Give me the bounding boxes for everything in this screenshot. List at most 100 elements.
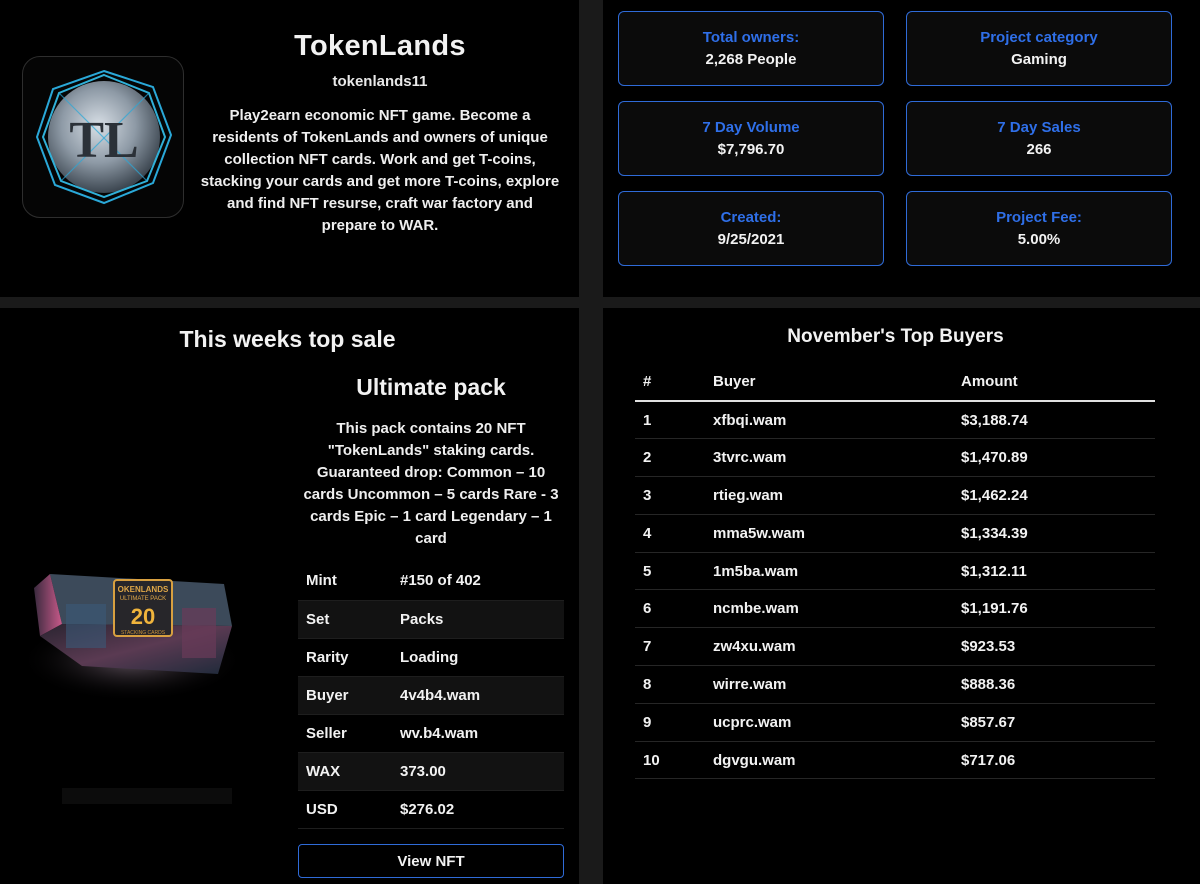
pack-description: This pack contains 20 NFT "TokenLands" s… <box>303 420 559 547</box>
table-row: 1 xfbqi.wam $3,188.74 <box>635 401 1155 440</box>
project-handle[interactable]: tokenlands11 <box>200 73 560 90</box>
amount-cell: $857.67 <box>953 703 1155 742</box>
rank-cell: 2 <box>635 438 705 478</box>
sale-row-set: Set Packs <box>298 600 564 639</box>
view-nft-button[interactable]: View NFT <box>298 844 564 878</box>
sale-key: Mint <box>298 562 392 601</box>
stats-panel: Total owners: 2,268 People Project categ… <box>603 0 1200 297</box>
sale-value[interactable]: 4v4b4.wam <box>392 676 564 715</box>
sale-key: Seller <box>298 714 392 753</box>
sale-value: 373.00 <box>392 752 564 791</box>
rank-cell: 10 <box>635 741 705 780</box>
table-row: 10 dgvgu.wam $717.06 <box>635 741 1155 780</box>
buyer-cell[interactable]: ucprc.wam <box>705 703 953 742</box>
pack-footer: STACKING CARDS <box>121 630 166 636</box>
project-panel: TL TokenLands tokenlands11 Play2earn eco… <box>0 0 579 297</box>
sale-value: #150 of 402 <box>392 562 564 601</box>
stat-value: Gaming <box>1011 51 1067 68</box>
sale-key: WAX <box>298 752 392 791</box>
sale-key: Buyer <box>298 676 392 715</box>
table-row: 7 zw4xu.wam $923.53 <box>635 627 1155 667</box>
buyer-cell[interactable]: mma5w.wam <box>705 514 953 553</box>
pack-illustration: OKENLANDS ULTIMATE PACK 20 STACKING CARD… <box>20 574 244 804</box>
rank-cell: 6 <box>635 589 705 629</box>
stat-card-project-fee: Project Fee: 5.00% <box>906 191 1172 266</box>
project-description: Play2earn economic NFT game. Become a re… <box>200 107 560 234</box>
amount-cell: $1,312.11 <box>953 552 1155 591</box>
pack-image[interactable]: OKENLANDS ULTIMATE PACK 20 STACKING CARD… <box>20 548 262 808</box>
rank-cell: 1 <box>635 401 705 440</box>
sale-details-table: Mint #150 of 402 Set Packs Rarity Loadin… <box>298 562 564 829</box>
buyer-cell[interactable]: xfbqi.wam <box>705 401 953 440</box>
rank-cell: 7 <box>635 627 705 667</box>
sale-row-buyer: Buyer 4v4b4.wam <box>298 676 564 715</box>
rank-cell: 5 <box>635 552 705 591</box>
table-row: 5 1m5ba.wam $1,312.11 <box>635 552 1155 591</box>
amount-cell: $3,188.74 <box>953 401 1155 440</box>
table-row: 3 rtieg.wam $1,462.24 <box>635 476 1155 515</box>
buyer-cell[interactable]: 1m5ba.wam <box>705 552 953 591</box>
sale-row-rarity: Rarity Loading <box>298 638 564 677</box>
stat-value: 5.00% <box>1017 231 1061 248</box>
stat-value: $7,796.70 <box>717 141 785 158</box>
top-sale-panel: This weeks top sale OKENLANDS ULTIMATE P… <box>0 308 579 884</box>
rank-cell: 9 <box>635 703 705 742</box>
sale-row-wax: WAX 373.00 <box>298 752 564 791</box>
top-buyers-table: # Buyer Amount 1 xfbqi.wam $3,188.74 2 3tvr… <box>635 363 1155 780</box>
pack-title: Ultimate pack <box>356 374 506 400</box>
stat-card-created: Created: 9/25/2021 <box>618 191 884 266</box>
buyer-cell[interactable]: ncmbe.wam <box>705 589 953 629</box>
stat-card-total-owners: Total owners: 2,268 People <box>618 11 884 86</box>
stat-card-7-day-sales: 7 Day Sales 266 <box>906 101 1172 176</box>
stat-value: 2,268 People <box>705 51 797 68</box>
table-row: 9 ucprc.wam $857.67 <box>635 703 1155 742</box>
table-row: 4 mma5w.wam $1,334.39 <box>635 514 1155 553</box>
sale-value: $276.02 <box>392 790 564 829</box>
rank-cell: 8 <box>635 665 705 704</box>
column-header-buyer: Buyer <box>705 363 953 402</box>
buyer-cell[interactable]: wirre.wam <box>705 665 953 704</box>
stat-card-project-category: Project category Gaming <box>906 11 1172 86</box>
pack-subtitle: ULTIMATE PACK <box>120 596 166 602</box>
logo-text: TL <box>69 112 138 169</box>
stat-value: 266 <box>1026 141 1052 158</box>
amount-cell: $1,191.76 <box>953 589 1155 629</box>
top-sale-heading: This weeks top sale <box>179 326 396 352</box>
stat-label: Total owners: <box>702 29 800 46</box>
column-header-rank: # <box>635 363 705 402</box>
amount-cell: $888.36 <box>953 665 1155 704</box>
amount-cell: $923.53 <box>953 627 1155 667</box>
table-row: 8 wirre.wam $888.36 <box>635 665 1155 704</box>
table-row: 2 3tvrc.wam $1,470.89 <box>635 438 1155 478</box>
sale-value: Packs <box>392 600 564 639</box>
sale-value: Loading <box>392 638 564 677</box>
stat-label: Project category <box>980 29 1098 46</box>
pack-number: 20 <box>131 604 155 629</box>
rank-cell: 4 <box>635 514 705 553</box>
stat-label: Created: <box>720 209 782 226</box>
buyer-cell[interactable]: rtieg.wam <box>705 476 953 515</box>
sale-row-usd: USD $276.02 <box>298 790 564 829</box>
sale-value[interactable]: wv.b4.wam <box>392 714 564 753</box>
buyer-cell[interactable]: dgvgu.wam <box>705 741 953 780</box>
stat-card-7-day-volume: 7 Day Volume $7,796.70 <box>618 101 884 176</box>
project-logo-icon: TL <box>35 69 173 205</box>
amount-cell: $1,462.24 <box>953 476 1155 515</box>
sale-key: Set <box>298 600 392 639</box>
amount-cell: $1,470.89 <box>953 438 1155 478</box>
table-header-row: # Buyer Amount <box>635 363 1155 402</box>
buyer-cell[interactable]: 3tvrc.wam <box>705 438 953 478</box>
top-buyers-panel: November's Top Buyers # Buyer Amount 1 xf… <box>603 308 1200 884</box>
table-row: 6 ncmbe.wam $1,191.76 <box>635 589 1155 629</box>
column-header-amount: Amount <box>953 363 1155 402</box>
sale-row-mint: Mint #150 of 402 <box>298 562 564 601</box>
stat-label: 7 Day Sales <box>997 119 1081 136</box>
amount-cell: $1,334.39 <box>953 514 1155 553</box>
sale-row-seller: Seller wv.b4.wam <box>298 714 564 753</box>
sale-key: Rarity <box>298 638 392 677</box>
buyer-cell[interactable]: zw4xu.wam <box>705 627 953 667</box>
pack-brand: OKENLANDS <box>118 585 169 594</box>
project-title: TokenLands <box>294 30 466 62</box>
stat-value: 9/25/2021 <box>717 231 785 248</box>
stat-label: 7 Day Volume <box>702 119 800 136</box>
